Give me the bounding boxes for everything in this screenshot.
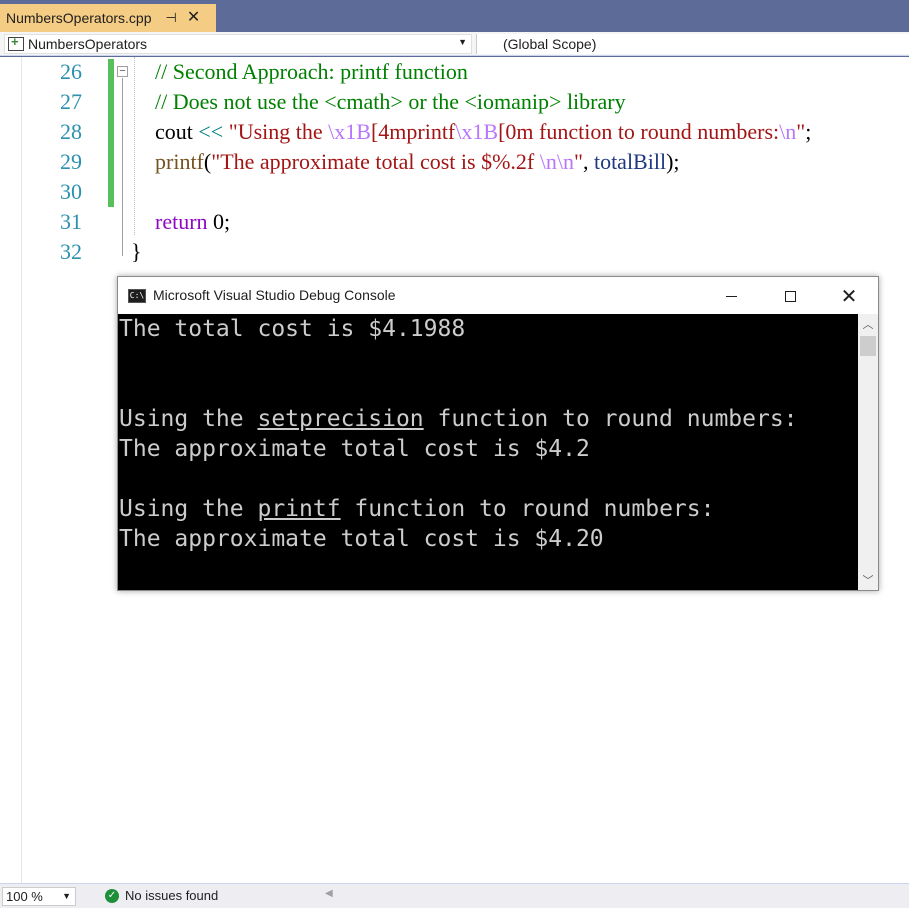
code-text: // Does not use the <cmath> or the <ioma… bbox=[155, 89, 626, 115]
code-token: 0; bbox=[207, 209, 231, 234]
zoom-level: 100 % bbox=[6, 889, 43, 904]
console-scrollbar[interactable]: ︿ ﹀ bbox=[858, 314, 878, 590]
issues-text: No issues found bbox=[125, 888, 219, 903]
console-text: The total cost is $4.1988 bbox=[119, 316, 466, 342]
console-text: function to round numbers: bbox=[423, 406, 798, 432]
issues-indicator[interactable]: ✓ No issues found bbox=[105, 888, 218, 903]
code-line: 30 bbox=[0, 177, 909, 207]
console-text: Using the bbox=[119, 406, 258, 432]
debug-console-window[interactable]: C:\ Microsoft Visual Studio Debug Consol… bbox=[117, 276, 879, 591]
code-token: \n\n bbox=[539, 149, 574, 174]
code-line: 27 // Does not use the <cmath> or the <io… bbox=[0, 87, 909, 117]
console-line: Using the printf function to round numbe… bbox=[119, 496, 714, 522]
closing-brace-line: } bbox=[0, 237, 909, 267]
code-token: [4mprintf bbox=[370, 119, 456, 144]
check-circle-icon: ✓ bbox=[105, 888, 119, 903]
console-text: printf bbox=[257, 496, 341, 522]
scroll-down-icon[interactable]: ﹀ bbox=[858, 572, 878, 588]
code-line: 28 cout << "Using the \x1B[4mprintf\x1B[0… bbox=[0, 117, 909, 147]
code-token: " bbox=[573, 149, 583, 174]
scroll-up-icon[interactable]: ︿ bbox=[858, 316, 878, 332]
console-line: The approximate total cost is $4.2 bbox=[119, 436, 590, 462]
code-token: \x1B bbox=[328, 119, 371, 144]
code-token: totalBill bbox=[593, 149, 667, 174]
document-tab-strip: NumbersOperators.cpp ⊣ ✕ bbox=[0, 0, 909, 32]
code-text: cout << "Using the \x1B[4mprintf\x1B[0m … bbox=[155, 119, 811, 145]
status-bar: 100 % ▼ ✓ No issues found ◀ bbox=[0, 883, 909, 908]
navigation-bar: NumbersOperators ▼ (Global Scope) bbox=[0, 32, 909, 56]
closing-brace: } bbox=[131, 239, 142, 264]
code-token: \x1B bbox=[455, 119, 499, 144]
code-line: 31 return 0; bbox=[0, 207, 909, 237]
line-number: 26 bbox=[60, 59, 82, 84]
code-token: , bbox=[582, 149, 594, 174]
code-line: 29 printf("The approximate total cost is … bbox=[0, 147, 909, 177]
console-line: The approximate total cost is $4.20 bbox=[119, 526, 604, 552]
line-number: 29 bbox=[60, 149, 82, 174]
code-token: \n bbox=[779, 119, 797, 144]
code-token: " bbox=[796, 119, 806, 144]
console-text: Using the bbox=[119, 496, 258, 522]
line-number: 30 bbox=[60, 179, 82, 204]
console-output[interactable]: The total cost is $4.1988 Using the setpr… bbox=[118, 314, 858, 590]
scroll-left-icon[interactable]: ◀ bbox=[325, 888, 333, 899]
maximize-icon bbox=[784, 290, 796, 302]
console-text: The approximate total cost is $4.2 bbox=[119, 436, 590, 462]
maximize-button[interactable] bbox=[767, 283, 813, 309]
project-dropdown[interactable]: NumbersOperators ▼ bbox=[4, 34, 472, 54]
console-text: setprecision bbox=[257, 406, 424, 432]
code-token: "The approximate total cost is $%.2f bbox=[211, 149, 540, 174]
tab-title: NumbersOperators.cpp bbox=[6, 10, 152, 26]
project-icon bbox=[8, 34, 24, 51]
code-token: cout bbox=[155, 119, 199, 144]
code-line: 26 // Second Approach: printf function bbox=[0, 57, 909, 87]
minimize-icon bbox=[725, 295, 737, 297]
code-token: // Second Approach: printf function bbox=[155, 59, 468, 84]
code-token: "Using the bbox=[223, 119, 329, 144]
console-app-icon: C:\ bbox=[128, 289, 146, 303]
close-window-button[interactable]: ✕ bbox=[826, 283, 872, 309]
console-text: The approximate total cost is $4.20 bbox=[119, 526, 604, 552]
code-token: << bbox=[198, 119, 224, 144]
code-text: return 0; bbox=[155, 209, 230, 235]
console-text: function to round numbers: bbox=[340, 496, 715, 522]
code-text: printf("The approximate total cost is $%… bbox=[155, 149, 680, 175]
chevron-down-icon: ▼ bbox=[62, 891, 71, 901]
code-text: // Second Approach: printf function bbox=[155, 59, 468, 85]
chevron-down-icon: ▼ bbox=[458, 37, 467, 47]
code-token: printf bbox=[155, 149, 204, 174]
code-token: // Does not use the <cmath> or the <ioma… bbox=[155, 89, 626, 114]
code-token: [0m function to round numbers: bbox=[498, 119, 780, 144]
zoom-dropdown[interactable]: 100 % ▼ bbox=[2, 887, 76, 906]
code-token: ); bbox=[666, 149, 680, 174]
minimize-button[interactable] bbox=[708, 283, 754, 309]
scroll-thumb[interactable] bbox=[860, 336, 876, 356]
line-number: 27 bbox=[60, 89, 82, 114]
console-line: Using the setprecision function to round… bbox=[119, 406, 798, 432]
scope-dropdown[interactable]: (Global Scope) bbox=[476, 34, 909, 54]
pin-icon[interactable]: ⊣ bbox=[166, 10, 177, 26]
console-title-bar[interactable]: C:\ Microsoft Visual Studio Debug Consol… bbox=[118, 277, 878, 314]
close-icon[interactable]: ✕ bbox=[187, 10, 200, 26]
scope-label: (Global Scope) bbox=[503, 36, 597, 52]
line-number: 31 bbox=[60, 209, 82, 234]
close-icon: ✕ bbox=[840, 285, 858, 308]
project-name: NumbersOperators bbox=[28, 36, 148, 52]
console-title: Microsoft Visual Studio Debug Console bbox=[153, 287, 396, 303]
line-number: 28 bbox=[60, 119, 82, 144]
code-token: ; bbox=[805, 119, 812, 144]
code-token: return bbox=[155, 209, 208, 234]
console-line: The total cost is $4.1988 bbox=[119, 316, 465, 342]
tab-numbersoperators-cpp[interactable]: NumbersOperators.cpp ⊣ ✕ bbox=[0, 4, 216, 32]
